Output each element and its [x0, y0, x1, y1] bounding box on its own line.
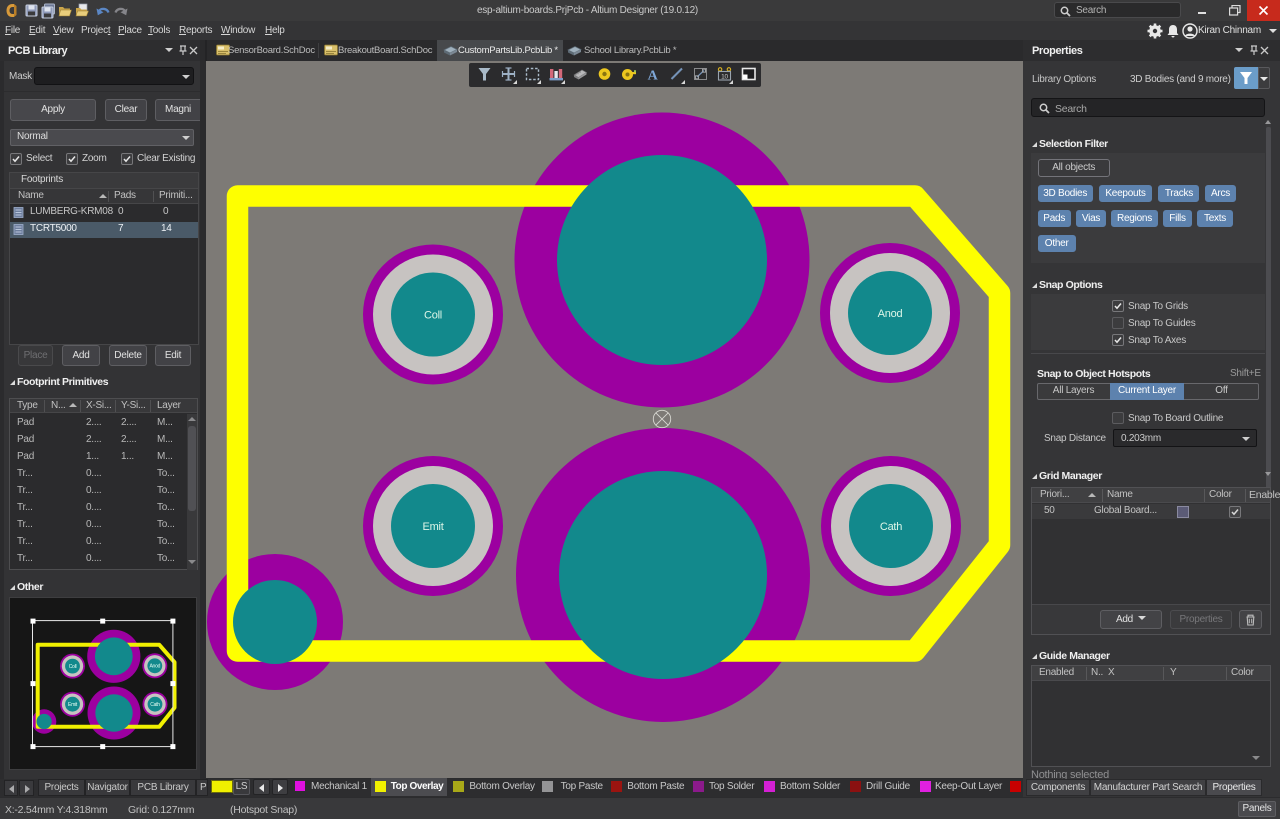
svg-text:Coll: Coll [69, 664, 77, 670]
svg-text:Emit: Emit [423, 521, 444, 533]
svg-text:Anod: Anod [878, 308, 903, 320]
svg-text:Anod: Anod [149, 664, 160, 670]
svg-text:A: A [648, 69, 659, 84]
svg-text:Cath: Cath [880, 521, 902, 533]
svg-text:Coll: Coll [424, 310, 442, 322]
svg-text:Cath: Cath [150, 702, 160, 708]
svg-text:10: 10 [721, 73, 728, 80]
svg-text:Emit: Emit [68, 702, 78, 708]
